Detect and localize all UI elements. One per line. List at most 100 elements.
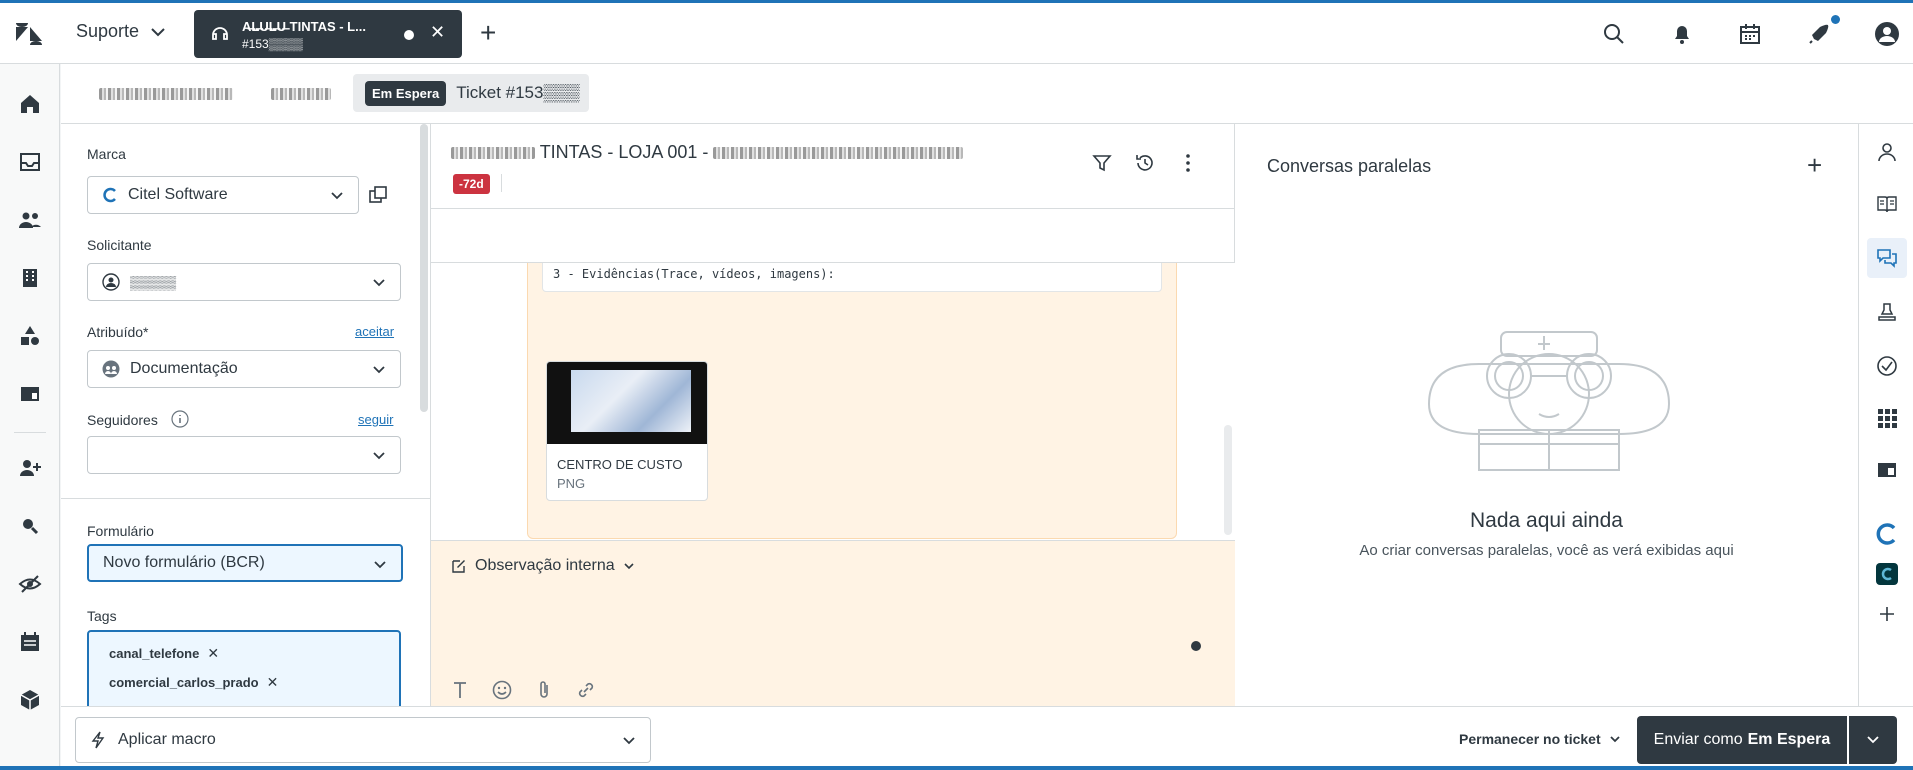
rocket-icon[interactable] bbox=[1806, 21, 1832, 47]
submit-options-button[interactable] bbox=[1849, 716, 1897, 764]
bell-icon[interactable] bbox=[1669, 21, 1695, 47]
tab-title: A̶L̶U̶L̶U̶ TINTAS - L... bbox=[242, 19, 366, 34]
submit-button[interactable]: Enviar como Em Espera bbox=[1637, 716, 1847, 764]
edit-note-icon bbox=[452, 560, 465, 573]
form-value: Novo formulário (BCR) bbox=[103, 554, 265, 571]
chevron-down-icon bbox=[151, 27, 165, 36]
close-tab-icon[interactable]: ✕ bbox=[430, 22, 445, 43]
remove-tag-icon[interactable]: ✕ bbox=[207, 645, 219, 662]
brand-select[interactable]: Citel Software bbox=[87, 176, 359, 214]
user-profile-icon[interactable] bbox=[1875, 140, 1899, 164]
package-icon[interactable] bbox=[18, 688, 42, 712]
submit-prefix: Enviar como bbox=[1653, 731, 1743, 748]
chevron-down-icon bbox=[373, 452, 385, 460]
organizations-icon[interactable] bbox=[18, 266, 42, 290]
code-block: 3 - Evidências(Trace, vídeos, imagens): bbox=[542, 263, 1162, 292]
history-icon[interactable] bbox=[1134, 152, 1156, 174]
stay-on-ticket-select[interactable]: Permanecer no ticket bbox=[1459, 731, 1621, 747]
add-tab-button[interactable]: + bbox=[480, 17, 496, 49]
copy-icon[interactable] bbox=[367, 184, 389, 206]
apps-rail bbox=[1858, 124, 1913, 706]
zendesk-logo-icon[interactable] bbox=[14, 19, 44, 49]
subject-visible: TINTAS - LOJA 001 - bbox=[539, 142, 709, 162]
attach-icon[interactable] bbox=[533, 679, 555, 701]
avatar-icon[interactable] bbox=[1874, 21, 1900, 47]
top-header: Suporte A̶L̶U̶L̶U̶ TINTAS - L... #153▒▒▒… bbox=[0, 0, 1913, 64]
reply-composer[interactable]: Observação interna bbox=[431, 540, 1235, 706]
emoji-icon[interactable] bbox=[491, 679, 513, 701]
more-options-icon[interactable] bbox=[1177, 152, 1199, 174]
check-circle-icon[interactable] bbox=[1875, 354, 1899, 378]
divider bbox=[431, 208, 1235, 209]
composer-mode-label: Observação interna bbox=[475, 557, 615, 574]
citel-app-icon[interactable] bbox=[1875, 522, 1899, 546]
chevron-down-icon bbox=[623, 737, 635, 745]
ticket-subject[interactable]: TINTAS - LOJA 001 - bbox=[451, 142, 964, 163]
requester-label: Solicitante bbox=[87, 237, 152, 253]
breadcrumb-requester[interactable] bbox=[271, 88, 331, 100]
empty-state-subtitle: Ao criar conversas paralelas, você as ve… bbox=[1359, 542, 1734, 559]
schedule-icon[interactable] bbox=[18, 630, 42, 654]
info-icon[interactable] bbox=[171, 410, 189, 428]
attachment-card[interactable]: CENTRO DE CUSTO PNG bbox=[546, 361, 708, 501]
form-select[interactable]: Novo formulário (BCR) bbox=[87, 544, 403, 582]
chevron-down-icon bbox=[374, 561, 386, 569]
link-icon[interactable] bbox=[575, 679, 597, 701]
search-small-icon[interactable] bbox=[18, 514, 42, 538]
chevron-down-icon bbox=[1867, 736, 1879, 744]
side-conversations-title: Conversas paralelas bbox=[1267, 156, 1432, 176]
shapes-icon[interactable] bbox=[18, 324, 42, 348]
eye-off-icon[interactable] bbox=[18, 572, 42, 596]
filter-icon[interactable] bbox=[1091, 152, 1113, 174]
followers-select[interactable] bbox=[87, 436, 401, 474]
brand-value: Citel Software bbox=[128, 186, 228, 203]
composer-mode-select[interactable]: Observação interna bbox=[451, 557, 635, 575]
nav-divider bbox=[14, 432, 46, 433]
tag-chip: comercial_carlos_prado ✕ bbox=[101, 669, 286, 695]
knowledge-book-icon[interactable] bbox=[1875, 192, 1899, 216]
accept-assignment-link[interactable]: aceitar bbox=[355, 324, 394, 339]
assignee-select[interactable]: Documentação bbox=[87, 350, 401, 388]
citel-dark-app-icon[interactable] bbox=[1875, 562, 1899, 586]
notification-dot-icon bbox=[1831, 15, 1840, 24]
unsaved-dot-icon bbox=[404, 30, 414, 40]
conversation-thread[interactable]: 3 - Evidências(Trace, vídeos, imagens): … bbox=[431, 263, 1235, 541]
calendar-icon[interactable] bbox=[1737, 21, 1763, 47]
thread-scrollbar[interactable] bbox=[1224, 425, 1232, 535]
text-format-icon[interactable] bbox=[449, 679, 471, 701]
apps-grid-icon[interactable] bbox=[1875, 406, 1899, 430]
properties-scrollbar[interactable] bbox=[420, 124, 428, 412]
inbox-icon[interactable] bbox=[18, 150, 42, 174]
attachment-name: CENTRO DE CUSTO bbox=[557, 457, 683, 472]
ticket-subnav: Em Espera Ticket #153▒▒▒ bbox=[61, 64, 1913, 124]
macro-placeholder: Aplicar macro bbox=[118, 731, 216, 748]
apply-macro-select[interactable]: Aplicar macro bbox=[75, 717, 651, 763]
internal-note-bubble: 3 - Evidências(Trace, vídeos, imagens): … bbox=[527, 263, 1177, 539]
follow-link[interactable]: seguir bbox=[358, 412, 393, 427]
requester-value: ▒▒▒▒▒ bbox=[130, 274, 177, 290]
divider bbox=[501, 174, 502, 192]
search-icon[interactable] bbox=[1601, 21, 1627, 47]
workspaces-icon[interactable] bbox=[18, 382, 42, 406]
subject-redacted-start bbox=[451, 147, 535, 160]
home-icon[interactable] bbox=[18, 92, 42, 116]
add-app-icon[interactable] bbox=[1875, 602, 1899, 626]
stamp-icon[interactable] bbox=[1875, 300, 1899, 324]
breadcrumb-organization[interactable] bbox=[99, 88, 233, 100]
ticket-subtab[interactable]: Em Espera Ticket #153▒▒▒ bbox=[353, 74, 589, 112]
requester-select[interactable]: ▒▒▒▒▒ bbox=[87, 263, 401, 301]
tag-chip: canal_telefone ✕ bbox=[101, 640, 227, 666]
product-label: Suporte bbox=[76, 21, 140, 41]
product-switcher[interactable]: Suporte bbox=[76, 21, 167, 42]
add-side-conversation-button[interactable]: + bbox=[1807, 150, 1822, 181]
add-user-icon[interactable] bbox=[18, 456, 42, 480]
ticket-workspace-tab[interactable]: A̶L̶U̶L̶U̶ TINTAS - L... #153▒▒▒▒ ✕ bbox=[194, 10, 462, 58]
tab-ticket-id: #153▒▒▒▒ bbox=[242, 37, 303, 51]
side-conversations-icon[interactable] bbox=[1875, 246, 1899, 270]
remove-tag-icon[interactable]: ✕ bbox=[267, 674, 279, 691]
followers-label: Seguidores bbox=[87, 412, 158, 428]
customers-icon[interactable] bbox=[18, 208, 42, 232]
workspace-app-icon[interactable] bbox=[1875, 458, 1899, 482]
binoculars-illustration-icon bbox=[1427, 331, 1671, 471]
tag-label: canal_telefone bbox=[109, 645, 200, 661]
